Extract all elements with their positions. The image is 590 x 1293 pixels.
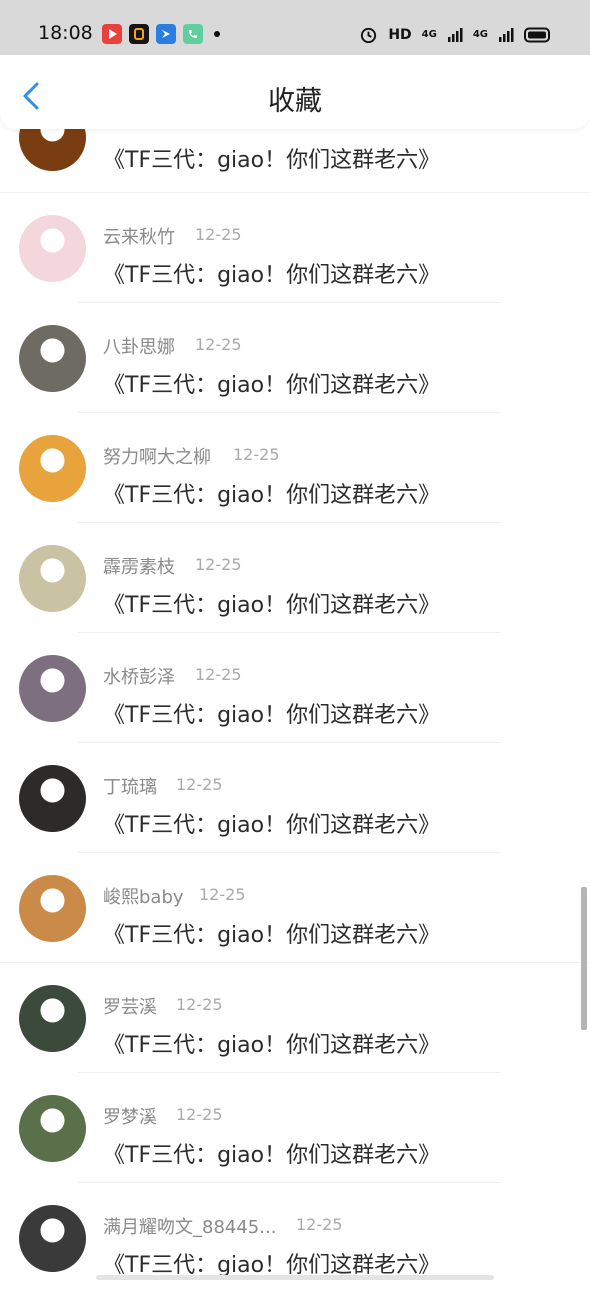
- message-text: 《TF三代：giao！你们这群老六》: [103, 923, 441, 948]
- date: 12-25: [176, 775, 223, 794]
- scrollbar[interactable]: [581, 887, 587, 1030]
- status-bar: 18:08 HD 4G 4G: [0, 0, 590, 55]
- status-app-icons: [102, 24, 220, 44]
- avatar[interactable]: [19, 765, 86, 832]
- list-item[interactable]: 努力啊大之柳 12-25 《TF三代：giao！你们这群老六》: [0, 413, 590, 523]
- username[interactable]: 峻熙baby: [103, 883, 184, 909]
- date: 12-25: [296, 1215, 343, 1234]
- network-indicator-1: 4G: [421, 29, 437, 40]
- nav-bar: 收藏: [0, 55, 590, 129]
- message-text: 《TF三代：giao！你们这群老六》: [103, 593, 441, 618]
- avatar[interactable]: [19, 655, 86, 722]
- list-item[interactable]: 罗芸溪 12-25 《TF三代：giao！你们这群老六》: [0, 963, 590, 1073]
- username[interactable]: 霹雳素枝: [103, 553, 175, 579]
- status-time: 18:08: [38, 22, 93, 44]
- signal-icon: [447, 27, 463, 42]
- reader-app-icon: [129, 24, 149, 44]
- list-item[interactable]: 八卦思娜 12-25 《TF三代：giao！你们这群老六》: [0, 303, 590, 413]
- avatar[interactable]: [19, 1095, 86, 1162]
- video-app-icon: [102, 24, 122, 44]
- username[interactable]: 罗梦溪: [103, 1103, 157, 1129]
- username[interactable]: 八卦思娜: [103, 333, 175, 359]
- message-text: 《TF三代：giao！你们这群老六》: [103, 703, 441, 728]
- date: 12-25: [195, 665, 242, 684]
- message-text: 《TF三代：giao！你们这群老六》: [103, 1143, 441, 1168]
- message-text: 《TF三代：giao！你们这群老六》: [103, 148, 441, 173]
- message-text: 《TF三代：giao！你们这群老六》: [103, 1033, 441, 1058]
- message-text: 《TF三代：giao！你们这群老六》: [103, 263, 441, 288]
- avatar[interactable]: [19, 1205, 86, 1272]
- date: 12-25: [176, 995, 223, 1014]
- username[interactable]: 丁琉璃: [103, 773, 157, 799]
- message-text: 《TF三代：giao！你们这群老六》: [103, 483, 441, 508]
- phone-app-icon: [183, 24, 203, 44]
- home-indicator: [96, 1275, 494, 1280]
- avatar[interactable]: [19, 985, 86, 1052]
- avatar[interactable]: [19, 435, 86, 502]
- list-item[interactable]: 罗梦溪 12-25 《TF三代：giao！你们这群老六》: [0, 1073, 590, 1183]
- battery-icon: [524, 27, 550, 42]
- network-indicator-2: 4G: [472, 29, 488, 40]
- list-item[interactable]: 水桥彭泽 12-25 《TF三代：giao！你们这群老六》: [0, 633, 590, 743]
- list-item[interactable]: 《TF三代：giao！你们这群老六》: [0, 104, 590, 193]
- message-text: 《TF三代：giao！你们这群老六》: [103, 813, 441, 838]
- date: 12-25: [199, 885, 246, 904]
- avatar[interactable]: [19, 545, 86, 612]
- list-item[interactable]: 峻熙baby 12-25 《TF三代：giao！你们这群老六》: [0, 853, 590, 963]
- list-item[interactable]: 云来秋竹 12-25 《TF三代：giao！你们这群老六》: [0, 193, 590, 303]
- page-title: 收藏: [268, 86, 322, 117]
- alarm-icon: [361, 27, 377, 44]
- username[interactable]: 罗芸溪: [103, 993, 157, 1019]
- username[interactable]: 满月耀吻文_88445...: [103, 1213, 276, 1239]
- date: 12-25: [195, 555, 242, 574]
- favorites-list: 《TF三代：giao！你们这群老六》 云来秋竹 12-25 《TF三代：giao…: [0, 104, 590, 1293]
- username[interactable]: 水桥彭泽: [103, 663, 175, 689]
- hd-indicator: HD: [388, 26, 412, 43]
- avatar[interactable]: [19, 875, 86, 942]
- date: 12-25: [233, 445, 280, 464]
- message-text: 《TF三代：giao！你们这群老六》: [103, 373, 441, 398]
- list-item[interactable]: 丁琉璃 12-25 《TF三代：giao！你们这群老六》: [0, 743, 590, 853]
- username[interactable]: 云来秋竹: [103, 223, 175, 249]
- flag-app-icon: [156, 24, 176, 44]
- list-item[interactable]: 霹雳素枝 12-25 《TF三代：giao！你们这群老六》: [0, 523, 590, 633]
- avatar[interactable]: [19, 325, 86, 392]
- status-indicators: HD 4G 4G: [359, 25, 552, 44]
- avatar[interactable]: [19, 215, 86, 282]
- date: 12-25: [195, 225, 242, 244]
- username[interactable]: 努力啊大之柳: [103, 443, 211, 469]
- signal-icon-2: [499, 27, 514, 42]
- notification-dot: [214, 31, 220, 37]
- date: 12-25: [195, 335, 242, 354]
- date: 12-25: [176, 1105, 223, 1124]
